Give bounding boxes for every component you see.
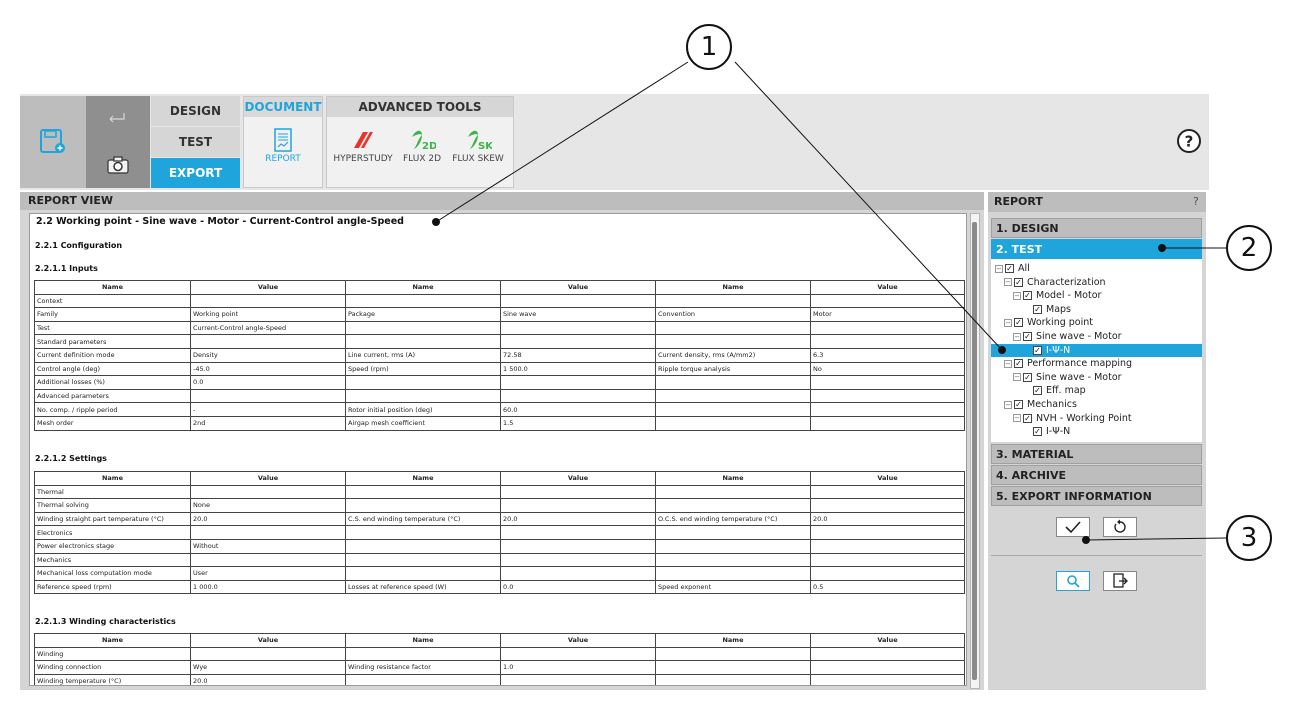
callout-3: 3	[1226, 515, 1272, 561]
app-window: DESIGN TEST EXPORT DOCUMENT REPORT ADVAN…	[0, 0, 1297, 714]
annotation-leaders	[432, 61, 1227, 544]
callout-1: 1	[686, 24, 732, 70]
callout-2: 2	[1226, 225, 1272, 271]
